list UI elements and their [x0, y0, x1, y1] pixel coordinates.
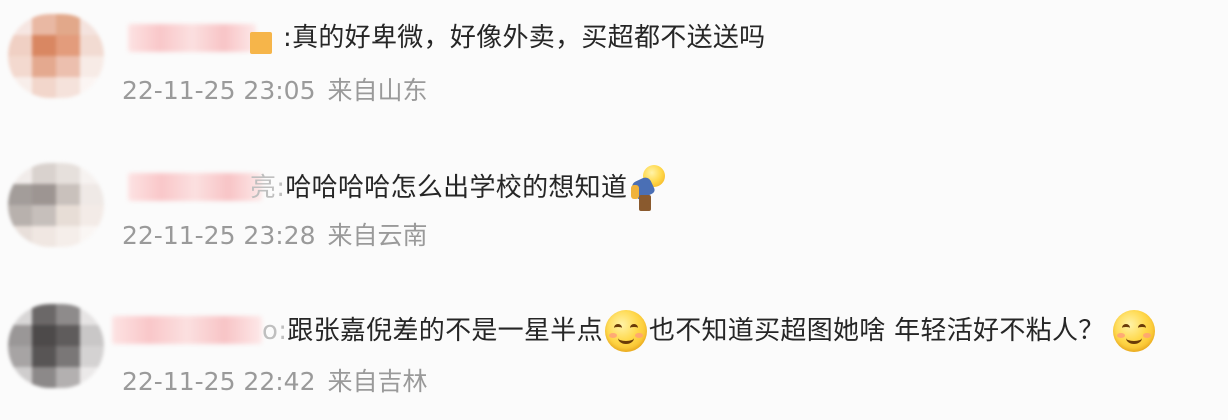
username-blurred[interactable]	[112, 316, 262, 344]
avatar[interactable]	[8, 14, 104, 98]
member-badge-icon	[250, 32, 272, 54]
comment-meta: 22-11-25 23:28 来自云南	[122, 218, 428, 254]
comment-time: 22-11-25 22:42	[122, 367, 316, 396]
comment-content: o: 跟张嘉倪差的不是一星半点 也不知道买超图她啥 年轻活好不粘人？	[262, 310, 1157, 352]
bowing-person-icon	[630, 165, 666, 211]
comment-item: : 真的好卑微，好像外卖，买超都不送送吗 22-11-25 23:05 来自山东	[0, 0, 1228, 130]
comment-meta: 22-11-25 23:05 来自山东	[122, 73, 428, 109]
username-blurred[interactable]	[128, 173, 262, 201]
username-blurred[interactable]	[128, 24, 256, 52]
comment-meta: 22-11-25 22:42 来自吉林	[122, 364, 428, 400]
comment-location: 来自云南	[327, 221, 428, 250]
comment-text-continued: 也不知道买超图她啥 年轻活好不粘人？	[648, 316, 1105, 346]
comment-time: 22-11-25 23:28	[122, 221, 316, 250]
comment-text: 哈哈哈哈怎么出学校的想知道	[285, 173, 628, 203]
smile-icon	[1112, 310, 1155, 352]
comment-item: o: 跟张嘉倪差的不是一星半点 也不知道买超图她啥 年轻活好不粘人？ 22-11-…	[0, 290, 1228, 420]
comment-content: 亮: 哈哈哈哈怎么出学校的想知道	[250, 165, 666, 211]
smile-icon	[604, 310, 647, 352]
avatar[interactable]	[8, 163, 104, 247]
comment-prefix: :	[283, 23, 293, 53]
avatar[interactable]	[8, 304, 104, 388]
comment-text: 跟张嘉倪差的不是一星半点	[287, 316, 603, 346]
comment-item: 亮: 哈哈哈哈怎么出学校的想知道 22-11-25 23:28 来自云南	[0, 145, 1228, 275]
comment-prefix: 亮:	[250, 173, 286, 203]
comment-text: 真的好卑微，好像外卖，买超都不送送吗	[292, 23, 766, 53]
comment-time: 22-11-25 23:05	[122, 76, 316, 105]
comment-location: 来自山东	[327, 76, 428, 105]
comment-content: : 真的好卑微，好像外卖，买超都不送送吗	[283, 18, 765, 58]
comment-location: 来自吉林	[327, 367, 428, 396]
comment-prefix: o:	[262, 316, 288, 346]
